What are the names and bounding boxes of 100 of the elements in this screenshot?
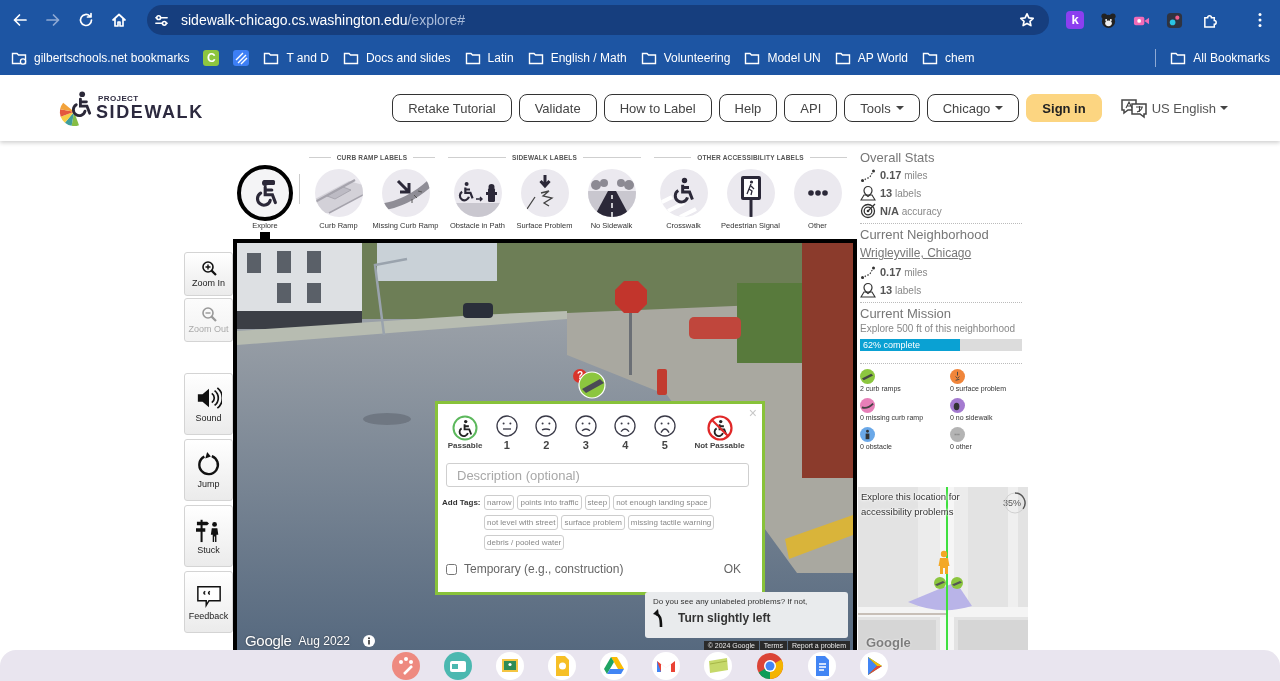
zoom-out-icon (200, 306, 217, 322)
ok-button[interactable]: OK (723, 562, 741, 576)
bookmark-folder[interactable]: gilbertschools.net bookmarks (11, 49, 190, 66)
bookmark-folder[interactable]: chem (922, 49, 975, 66)
not-passable-button[interactable]: Not Passable (688, 415, 751, 451)
tag-button[interactable]: not enough landing space (613, 495, 711, 510)
bookmark-folder[interactable]: T and D (263, 49, 329, 66)
nav-button[interactable]: How to Label (603, 94, 712, 122)
description-field[interactable]: Description (optional) (446, 463, 749, 487)
tag-button[interactable]: points into traffic (517, 495, 582, 510)
board-icon (496, 651, 524, 680)
tag-button[interactable]: surface problem (561, 515, 625, 530)
bookmark-folder[interactable]: English / Math (527, 49, 627, 66)
stat-text: 13 labels (880, 187, 922, 199)
tag-button[interactable]: not level with street (484, 515, 559, 530)
bear-icon (1099, 11, 1117, 29)
map-logo-text: Google (866, 636, 911, 650)
bookmark-folder[interactable]: Volunteering (640, 49, 731, 66)
nav-button[interactable]: API (784, 94, 838, 122)
severity-button[interactable]: 4 (605, 415, 645, 451)
capture-date: Aug 2022 (298, 633, 350, 648)
taskbar-app-button[interactable] (444, 651, 472, 680)
home-icon (111, 12, 127, 28)
speech-bubble-icon (195, 583, 222, 609)
logo-wordmark: SIDEWALK (96, 103, 204, 122)
nav-button[interactable]: Validate (518, 94, 597, 122)
bookmark-folder[interactable]: Model UN (744, 49, 821, 66)
tag-button[interactable]: narrow (484, 495, 515, 510)
section-title: Overall Stats (859, 150, 936, 166)
play-icon (860, 651, 888, 680)
severity-button[interactable]: 5 (645, 415, 685, 451)
dot-square-icon (1165, 11, 1183, 29)
nav-button[interactable]: Help (718, 94, 778, 122)
back-icon (12, 12, 28, 28)
ring-icon (756, 651, 784, 680)
route-icon (860, 167, 876, 183)
tag-button[interactable]: steep (584, 495, 611, 510)
forward-icon (45, 12, 61, 28)
bookmark-folder[interactable]: Docs and slides (342, 49, 451, 66)
stat-text: 0.17 miles (880, 266, 928, 278)
view-cone (908, 582, 972, 612)
turn-left-arrow-icon[interactable] (653, 608, 665, 628)
tags-label: Add Tags: (442, 498, 482, 509)
address-bar[interactable]: sidewalk-chicago.cs.washington.edu/explore# (147, 5, 1049, 35)
progress-text: 62% complete (863, 339, 921, 351)
info-icon[interactable] (362, 634, 375, 647)
zoom-in-button[interactable]: Zoom In (184, 252, 233, 296)
severity-button[interactable]: 2 (526, 415, 566, 451)
taskbar-app-button[interactable] (860, 651, 888, 680)
reload-icon (78, 12, 94, 28)
fire-hydrant (657, 369, 667, 395)
taskbar-app-button[interactable] (756, 651, 784, 680)
taskbar-app-button[interactable] (392, 651, 420, 680)
speaker-icon (195, 385, 222, 411)
face-icon (535, 415, 558, 437)
neighborhood-link[interactable]: Wrigleyville, Chicago (860, 245, 972, 261)
caret-icon (1220, 106, 1228, 110)
car (463, 303, 493, 318)
bookmark-folder[interactable]: Latin (464, 49, 514, 66)
passable-button[interactable]: Passable (443, 415, 487, 451)
jump-button[interactable]: Jump (184, 439, 233, 501)
manhole-cover (363, 413, 411, 425)
feedback-button[interactable]: Feedback (184, 571, 233, 633)
temporary-checkbox[interactable] (446, 563, 457, 575)
severity-button[interactable]: 3 (566, 415, 606, 451)
section-title: Current Mission (859, 306, 953, 322)
stat-text: N/A accuracy (880, 205, 942, 217)
bookmark-folder[interactable]: All Bookmarks (1170, 49, 1270, 66)
zoom-in-icon (200, 260, 217, 276)
nav-button[interactable]: Retake Tutorial (392, 94, 512, 122)
ramp-marker-icon (934, 577, 946, 589)
envelope-icon (652, 651, 680, 680)
stuck-button[interactable]: Stuck (184, 505, 233, 567)
sign-in-button[interactable]: Sign in (1026, 94, 1102, 122)
lightbulb-icon (548, 651, 576, 680)
ramp-marker-icon[interactable] (578, 371, 606, 399)
map-logo-text: Google (245, 632, 292, 649)
taskbar-app-button[interactable] (652, 651, 680, 680)
tag-button[interactable]: debris / pooled water (484, 535, 565, 550)
car (689, 317, 741, 339)
taskbar-app-button[interactable] (496, 651, 524, 680)
turn-instruction[interactable]: Turn slightly left (678, 611, 771, 625)
dropdown-button[interactable]: Chicago (926, 94, 1020, 122)
extension-button[interactable]: k (1066, 11, 1084, 29)
sound-button[interactable]: Sound (184, 373, 233, 435)
bookmark-folder[interactable]: AP World (834, 49, 909, 66)
wheelchair-ring-icon (452, 415, 478, 441)
bookmark-button[interactable] (233, 49, 250, 66)
tag-button[interactable]: missing tactile warning (627, 515, 715, 530)
logo-small-text: PROJECT (98, 94, 140, 103)
temporary-label: Temporary (e.g., construction) (464, 562, 624, 576)
target-icon (860, 203, 876, 219)
severity-button[interactable]: 1 (487, 415, 527, 451)
mission-description: Explore 500 ft of this neighborhood (859, 322, 1017, 335)
language-dropdown[interactable]: US English (1119, 97, 1228, 119)
dropdown-button[interactable]: Tools (844, 94, 920, 122)
navigation-prompt: Do you see any unlabeled problems? If not, (653, 597, 809, 606)
taskbar-app-button[interactable] (600, 651, 628, 680)
pegman-icon (938, 550, 950, 574)
taskbar-app-button[interactable] (808, 651, 836, 680)
